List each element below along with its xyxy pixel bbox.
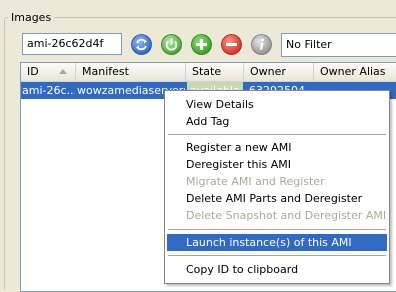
add-button[interactable] (191, 34, 212, 55)
menu-item-register-ami[interactable]: Register a new AMI (167, 139, 387, 156)
menu-item-migrate-ami: Migrate AMI and Register (186, 175, 325, 188)
power-icon (161, 34, 182, 55)
column-label: ID (27, 65, 39, 78)
column-header-state[interactable]: State (186, 63, 244, 81)
context-menu: View Details Add Tag Register a new AMI … (164, 90, 390, 284)
column-label: Manifest (82, 65, 129, 78)
sort-ascending-icon (59, 69, 67, 74)
column-label: State (192, 65, 222, 78)
info-button[interactable] (251, 34, 272, 55)
table-header: ID Manifest State Owner Owner Alias (21, 63, 396, 82)
refresh-icon (131, 34, 152, 55)
column-label: Owner (250, 65, 286, 78)
menu-separator (168, 255, 386, 256)
remove-button[interactable] (221, 34, 242, 55)
menu-item-view-details[interactable]: View Details (167, 96, 387, 113)
info-icon (251, 34, 272, 55)
column-header-manifest[interactable]: Manifest (76, 63, 186, 81)
group-title: Images (8, 11, 55, 24)
menu-item-delete-snapshot: Delete Snapshot and Deregister AMI (186, 209, 387, 222)
menu-separator (168, 134, 386, 135)
menu-item-add-tag[interactable]: Add Tag (167, 113, 387, 130)
add-icon (191, 34, 212, 55)
menu-item-launch-instances[interactable]: Launch instance(s) of this AMI (167, 234, 387, 251)
column-header-owner-alias[interactable]: Owner Alias (314, 63, 396, 81)
power-button[interactable] (161, 34, 182, 55)
menu-separator (168, 229, 386, 230)
column-header-id[interactable]: ID (21, 63, 76, 81)
cell-id: ami-26c... (22, 84, 75, 97)
column-label: Owner Alias (320, 65, 386, 78)
menu-item-delete-ami-parts[interactable]: Delete AMI Parts and Deregister (167, 190, 387, 207)
refresh-button[interactable] (131, 34, 152, 55)
filter-select[interactable]: No Filter (281, 33, 396, 57)
column-header-owner[interactable]: Owner (244, 63, 314, 81)
menu-item-deregister-ami[interactable]: Deregister this AMI (167, 156, 387, 173)
ami-search-input[interactable]: ami-26c62d4f (22, 33, 122, 55)
remove-icon (221, 34, 242, 55)
menu-item-copy-id[interactable]: Copy ID to clipboard (167, 261, 387, 278)
